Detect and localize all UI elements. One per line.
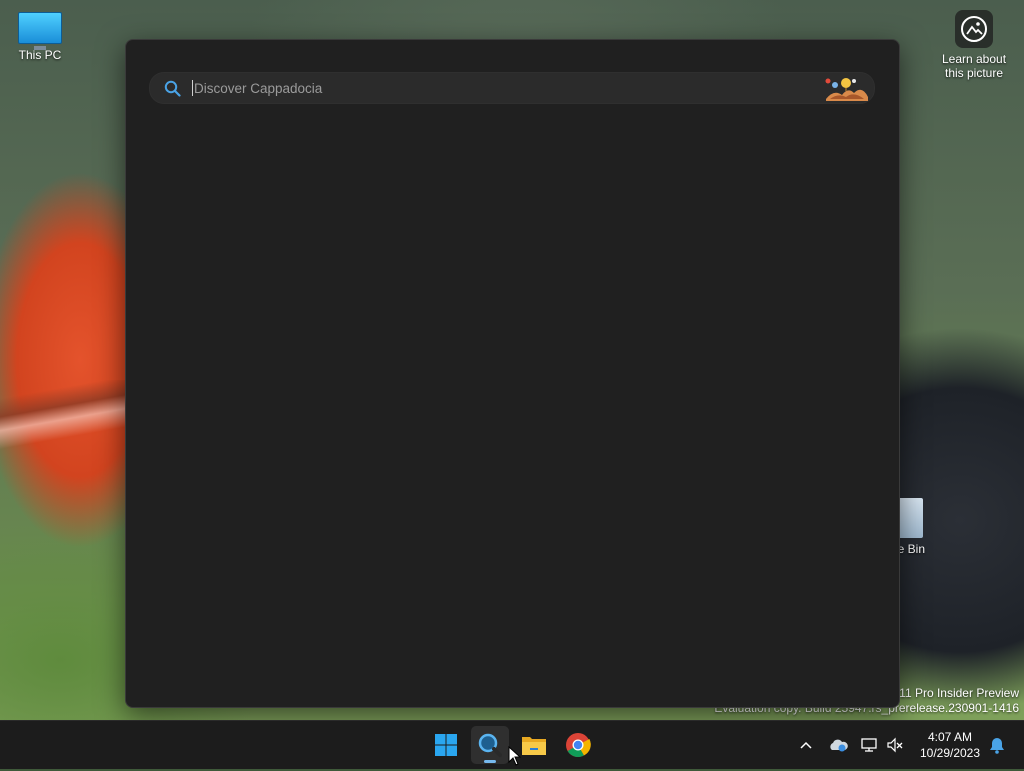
taskbar-search-button[interactable] (471, 726, 509, 764)
desktop-icon-learn-about-picture[interactable]: Learn about this picture (934, 10, 1014, 80)
recycle-bin-icon (897, 498, 923, 538)
onedrive-button[interactable] (826, 721, 850, 769)
network-button[interactable] (858, 721, 880, 769)
chrome-button[interactable] (559, 726, 597, 764)
search-panel (125, 39, 900, 708)
search-input[interactable] (192, 80, 824, 96)
search-box[interactable] (149, 72, 875, 104)
clock-date: 10/29/2023 (919, 746, 981, 760)
search-icon (478, 733, 502, 757)
notifications-button[interactable] (986, 721, 1008, 769)
desktop-icon-label: Learn about this picture (941, 52, 1007, 80)
volume-muted-icon (887, 737, 903, 753)
notification-bell-icon (990, 738, 1004, 754)
folder-icon (522, 737, 546, 755)
start-button[interactable] (427, 726, 465, 764)
show-hidden-icons-button[interactable] (796, 721, 816, 769)
windows-start-icon (435, 734, 457, 756)
chrome-icon (566, 733, 591, 758)
search-highlight-cappadocia-icon[interactable] (824, 75, 870, 101)
camera-info-icon (955, 10, 993, 48)
search-icon (164, 79, 182, 97)
volume-button[interactable] (884, 721, 906, 769)
mouse-cursor (508, 745, 522, 771)
onedrive-icon (830, 739, 848, 752)
clock[interactable]: 4:07 AM 10/29/2023 (912, 729, 988, 761)
desktop-icon-label: This PC (18, 48, 62, 62)
monitor-icon (18, 12, 62, 50)
desktop-icon-this-pc[interactable]: This PC (0, 8, 80, 62)
chevron-up-icon (800, 741, 812, 749)
clock-time: 4:07 AM (927, 730, 973, 744)
network-icon (861, 738, 877, 752)
wallpaper-detail (0, 380, 126, 450)
